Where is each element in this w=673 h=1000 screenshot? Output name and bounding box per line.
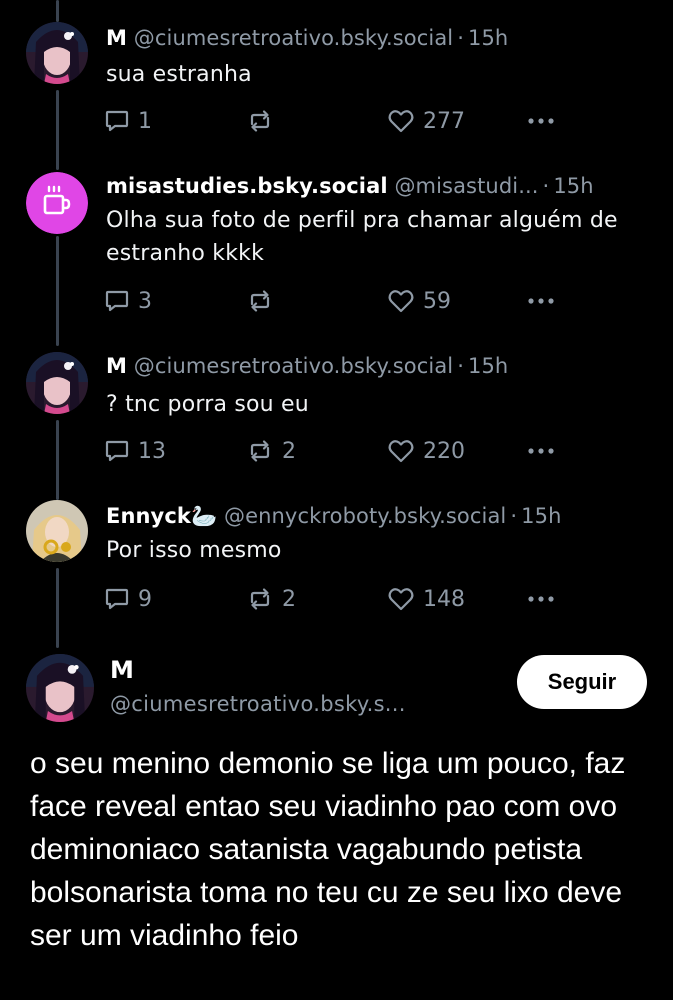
reply-icon [104,438,130,464]
repost-count: 2 [282,438,296,464]
thread-post[interactable]: misastudies.bsky.social @misastudi... · 15… [0,160,673,340]
thread-post[interactable]: Ennyck🦢 @ennyckroboty.bsky.social · 15h Po… [0,490,673,640]
reply-button[interactable]: 1 [104,106,152,136]
more-options-button[interactable] [526,436,556,466]
post-time: 15h [468,354,509,378]
more-options-button[interactable] [526,584,556,614]
repost-icon [246,108,274,134]
thread-post[interactable]: M @ciumesretroativo.bsky.social · 15h sua … [0,0,673,160]
reply-button[interactable]: 13 [104,436,166,466]
post-actions: 13 2 220 [104,436,564,466]
like-count: 277 [423,108,465,134]
author-handle[interactable]: @ciumesretroativo.bsky.social [134,354,453,378]
author-name[interactable]: M [110,656,134,684]
repost-button[interactable] [246,106,282,136]
post-text: ? tnc porra sou eu [106,392,309,417]
like-button[interactable]: 148 [387,584,465,614]
more-icon [526,296,556,306]
follow-button[interactable]: Seguir [517,655,647,709]
post-text: Por isso mesmo [106,538,282,563]
like-count: 148 [423,586,465,612]
like-icon [387,586,415,612]
reply-icon [104,288,130,314]
repost-button[interactable]: 2 [246,584,296,614]
reply-button[interactable]: 9 [104,584,152,614]
like-icon [387,288,415,314]
author-name[interactable]: M [106,354,127,378]
author-handle[interactable]: @ciumesretroativo.bsky.s... [110,692,406,716]
post-text: Olha sua foto de perfil pra chamar algué… [106,208,618,266]
more-options-button[interactable] [526,106,556,136]
author-name[interactable]: Ennyck🦢 [106,504,217,528]
like-button[interactable]: 277 [387,106,465,136]
repost-button[interactable]: 2 [246,436,296,466]
like-count: 59 [423,288,451,314]
avatar[interactable] [26,22,88,84]
post-actions: 3 59 [104,286,564,316]
post-actions: 1 277 [104,106,564,136]
author-name[interactable]: misastudies.bsky.social [106,174,388,198]
repost-icon [246,288,274,314]
post-time: 15h [553,174,594,198]
repost-icon [246,586,274,612]
like-count: 220 [423,438,465,464]
post-text: sua estranha [106,62,252,87]
reply-button[interactable]: 3 [104,286,152,316]
avatar[interactable] [26,172,88,234]
more-icon [526,594,556,604]
like-icon [387,438,415,464]
like-button[interactable]: 59 [387,286,451,316]
post-time: 15h [468,26,509,50]
avatar[interactable] [26,654,94,722]
reply-icon [104,108,130,134]
more-icon [526,446,556,456]
author-handle[interactable]: @ciumesretroativo.bsky.social [134,26,453,50]
reply-count: 1 [138,108,152,134]
repost-button[interactable] [246,286,282,316]
post-text: o seu menino demonio se liga um pouco, f… [30,747,626,952]
more-icon [526,116,556,126]
repost-icon [246,438,274,464]
more-options-button[interactable] [526,286,556,316]
author-handle[interactable]: @misastudi... [394,174,538,198]
avatar[interactable] [26,352,88,414]
reply-count: 9 [138,586,152,612]
reply-count: 13 [138,438,166,464]
thread-post[interactable]: M @ciumesretroativo.bsky.social · 15h ? tn… [0,340,673,490]
author-handle[interactable]: @ennyckroboty.bsky.social [224,504,506,528]
like-icon [387,108,415,134]
post-time: 15h [521,504,562,528]
reply-icon [104,586,130,612]
author-name[interactable]: M [106,26,127,50]
like-button[interactable]: 220 [387,436,465,466]
repost-count: 2 [282,586,296,612]
post-actions: 9 2 148 [104,584,564,614]
avatar[interactable] [26,500,88,562]
reply-count: 3 [138,288,152,314]
